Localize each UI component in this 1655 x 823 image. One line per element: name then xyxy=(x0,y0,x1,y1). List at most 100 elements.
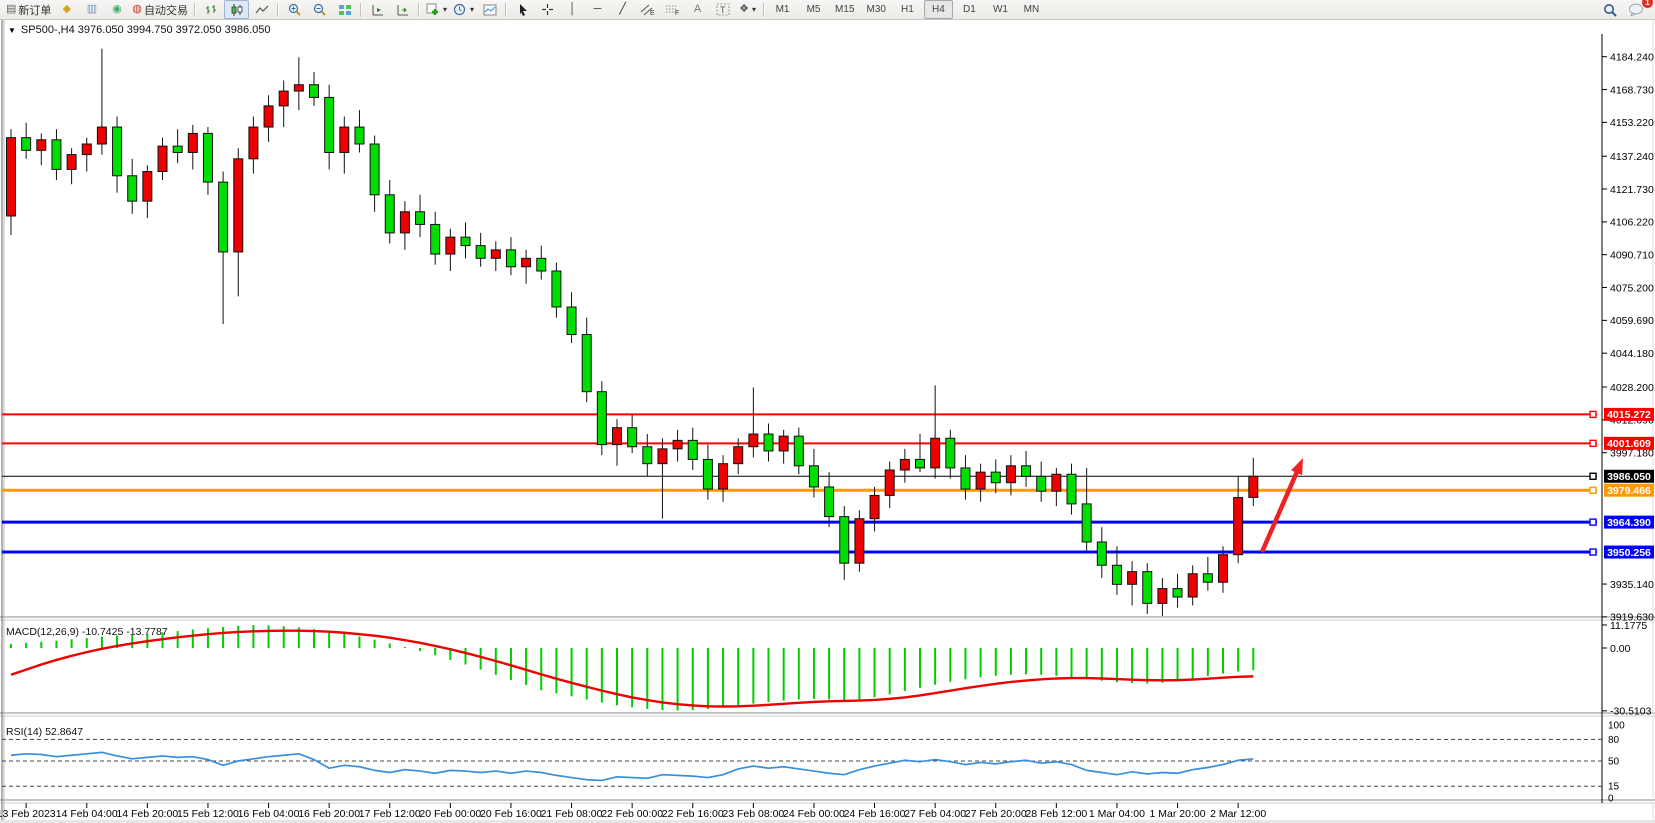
svg-text:28 Feb 12:00: 28 Feb 12:00 xyxy=(1025,808,1087,820)
time-axis[interactable]: 13 Feb 202314 Feb 04:0014 Feb 20:0015 Fe… xyxy=(0,803,1266,820)
notifications-button[interactable]: 1 xyxy=(1623,0,1648,19)
chart-shift-button[interactable] xyxy=(390,0,415,19)
timeframe-button-W1[interactable]: W1 xyxy=(986,0,1015,19)
line-chart-icon xyxy=(255,4,269,16)
svg-text:4090.710: 4090.710 xyxy=(1610,249,1654,261)
timeframe-button-H4[interactable]: H4 xyxy=(924,0,953,19)
rsi-pane[interactable]: 1008050150 xyxy=(2,721,1625,805)
zoom-in-button[interactable] xyxy=(282,0,307,19)
svg-text:0: 0 xyxy=(1608,794,1614,805)
zoom-in-icon xyxy=(288,3,302,16)
zoom-out-button[interactable] xyxy=(307,0,332,19)
new-order-button[interactable]: ▤ 新订单 xyxy=(3,0,54,19)
collapse-triangle-icon: ▼ xyxy=(8,26,16,35)
toolbar-separator xyxy=(763,3,765,17)
timeframe-button-D1[interactable]: D1 xyxy=(955,0,984,19)
add-indicator-button[interactable]: ▾ xyxy=(423,0,450,19)
equidistant-channel-button[interactable]: E xyxy=(635,0,660,19)
chart-canvas[interactable]: 4184.2404168.7304153.2204137.2404121.730… xyxy=(0,20,1655,823)
svg-text:20 Feb 16:00: 20 Feb 16:00 xyxy=(480,808,542,820)
periods-caret-icon: ▾ xyxy=(470,5,474,14)
candlestick-series[interactable] xyxy=(7,49,1258,616)
macd-pane[interactable]: 11.17750.00-30.5103 xyxy=(11,620,1652,718)
clock-icon xyxy=(453,3,467,16)
toolbar-right-group: 1 xyxy=(1598,0,1652,19)
bar-chart-icon xyxy=(205,4,219,16)
new-order-label: 新订单 xyxy=(18,2,51,18)
svg-text:-30.5103: -30.5103 xyxy=(1610,706,1652,718)
svg-text:4137.240: 4137.240 xyxy=(1610,151,1654,163)
trendline-icon: ╱ xyxy=(619,4,626,15)
vertical-line-button[interactable]: │ xyxy=(560,0,585,19)
arrows-button[interactable]: ❖ ▾ xyxy=(735,0,760,19)
line-chart-button[interactable] xyxy=(249,0,274,19)
svg-text:15 Feb 12:00: 15 Feb 12:00 xyxy=(177,808,239,820)
svg-text:17 Feb 12:00: 17 Feb 12:00 xyxy=(359,808,421,820)
timeframe-button-M1[interactable]: M1 xyxy=(768,0,797,19)
svg-text:3979.466: 3979.466 xyxy=(1607,485,1651,497)
svg-text:4184.240: 4184.240 xyxy=(1610,51,1654,63)
timeframe-button-M5[interactable]: M5 xyxy=(799,0,828,19)
periods-button[interactable]: ▾ xyxy=(450,0,477,19)
notification-badge: 1 xyxy=(1642,0,1653,8)
equidistant-channel-icon: E xyxy=(640,3,655,16)
svg-text:3964.390: 3964.390 xyxy=(1607,517,1651,529)
chart-title-bar[interactable]: ▼ SP500-,H4 3976.050 3994.750 3972.050 3… xyxy=(8,24,270,36)
svg-text:22 Feb 00:00: 22 Feb 00:00 xyxy=(601,808,663,820)
svg-text:T: T xyxy=(720,5,726,15)
timeframe-button-M15[interactable]: M15 xyxy=(830,0,859,19)
svg-text:13 Feb 2023: 13 Feb 2023 xyxy=(0,808,56,820)
crosshair-button[interactable] xyxy=(535,0,560,19)
timeframe-button-MN[interactable]: MN xyxy=(1017,0,1046,19)
text-label-icon: T xyxy=(716,3,730,16)
fibonacci-icon: F xyxy=(665,3,680,16)
auto-trading-button[interactable]: ◍ 自动交易 xyxy=(129,0,191,19)
template-button[interactable] xyxy=(477,0,502,19)
macd-label: MACD(12,26,9) -10.7425 -13.7787 xyxy=(6,626,168,638)
chart-profile-button[interactable]: ◆ xyxy=(54,0,79,19)
tile-windows-button[interactable] xyxy=(332,0,357,19)
text-label-button[interactable]: T xyxy=(710,0,735,19)
svg-text:4168.730: 4168.730 xyxy=(1610,84,1654,96)
rsi-label: RSI(14) 52.8647 xyxy=(6,726,83,738)
svg-text:E: E xyxy=(650,10,655,16)
horizontal-line-button[interactable]: ─ xyxy=(585,0,610,19)
bar-chart-button[interactable] xyxy=(199,0,224,19)
timeframe-button-M30[interactable]: M30 xyxy=(862,0,891,19)
tile-windows-icon xyxy=(338,4,352,16)
horizontal-line-icon: ─ xyxy=(594,4,602,15)
vertical-line-icon: │ xyxy=(569,4,576,15)
arrows-icon: ❖ xyxy=(739,4,749,15)
search-button[interactable] xyxy=(1598,0,1623,19)
price-lines[interactable]: 4015.2724001.6093986.0503979.4663964.390… xyxy=(2,408,1654,559)
market-watch-button[interactable]: ▥ xyxy=(79,0,104,19)
cursor-icon xyxy=(517,3,529,16)
text-button[interactable]: A xyxy=(685,0,710,19)
candlestick-chart-button[interactable] xyxy=(224,0,249,19)
trend-arrow-annotation[interactable] xyxy=(1262,458,1303,552)
svg-text:14 Feb 04:00: 14 Feb 04:00 xyxy=(56,808,118,820)
auto-trading-label: 自动交易 xyxy=(144,2,188,18)
timeframe-button-H1[interactable]: H1 xyxy=(893,0,922,19)
svg-text:80: 80 xyxy=(1608,735,1620,746)
chart-shift-icon xyxy=(396,4,410,16)
data-window-icon: ◉ xyxy=(112,4,122,15)
fibonacci-button[interactable]: F xyxy=(660,0,685,19)
svg-text:F: F xyxy=(675,10,679,16)
timeframe-group: M1M5M15M30H1H4D1W1MN xyxy=(768,0,1046,19)
candlestick-chart-icon xyxy=(230,4,244,16)
svg-text:16 Feb 04:00: 16 Feb 04:00 xyxy=(238,808,300,820)
svg-text:14 Feb 20:00: 14 Feb 20:00 xyxy=(116,808,178,820)
cursor-button[interactable] xyxy=(510,0,535,19)
auto-scroll-button[interactable] xyxy=(365,0,390,19)
svg-text:4028.200: 4028.200 xyxy=(1610,382,1654,394)
zoom-out-icon xyxy=(313,3,327,16)
chat-bubble-icon xyxy=(1628,3,1644,16)
data-window-button[interactable]: ◉ xyxy=(104,0,129,19)
svg-text:0.00: 0.00 xyxy=(1610,643,1631,655)
price-axis[interactable]: 4184.2404168.7304153.2204137.2404121.730… xyxy=(1602,51,1654,623)
toolbar-separator xyxy=(418,3,420,17)
template-icon xyxy=(483,4,497,16)
svg-text:100: 100 xyxy=(1608,721,1625,732)
trendline-button[interactable]: ╱ xyxy=(610,0,635,19)
